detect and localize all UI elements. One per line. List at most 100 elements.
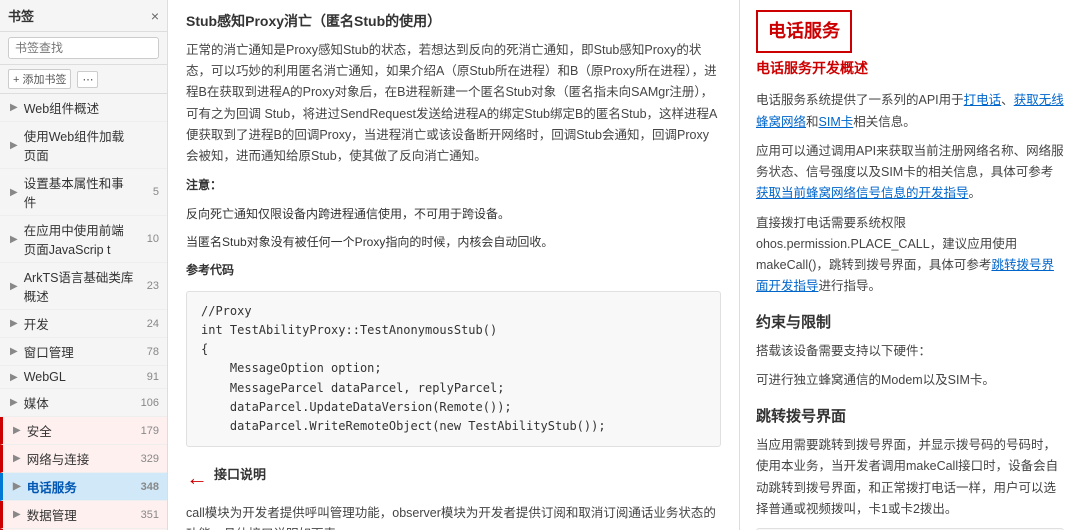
nav-item-left-arkts: ▶ ArkTS语言基础类库概述 [10,267,135,305]
constraint-item: 可进行独立蜂窝通信的Modem以及SIM卡。 [756,370,1064,391]
nav-item-left-window: ▶ 窗口管理 [10,342,74,361]
sidebar-header: 书签 × [0,0,167,32]
right-intro-text3: 直接拨打电话需要系统权限ohos.permission.PLACE_CALL，建… [756,213,1064,298]
constraint-text: 搭载该设备需要支持以下硬件： [756,341,1064,362]
nav-label-network: 网络与连接 [27,449,90,468]
content-left-panel: Stub感知Proxy消亡（匿名Stub的使用） 正常的消亡通知是Proxy感知… [168,0,740,530]
intro-text1: 电话服务系统提供了一系列的API用于 [756,93,964,107]
nav-badge-telecom: 348 [135,481,159,493]
nav-label-in-app-js: 在应用中使用前端页面JavaScrip t [24,220,135,258]
nav-arrow-dev: ▶ [10,318,18,329]
right-main-title: 电话服务 [768,16,840,47]
ref-label: 参考代码 [186,260,721,280]
nav-arrow-data-mgmt: ▶ [13,509,21,520]
intro-text7: 直接拨打电话需要系统权限ohos.permission.PLACE_CALL，建… [756,216,1017,273]
nav-badge-network: 329 [135,453,159,465]
content-right-panel: 电话服务 电话服务开发概述 电话服务系统提供了一系列的API用于打电话、获取无线… [740,0,1080,530]
api-section: ← 接口说明 call模块为开发者提供呼叫管理功能，observer模块为开发者… [186,459,721,530]
nav-badge-basic-events: 5 [135,186,159,198]
sidebar-item-telecom[interactable]: ▶ 电话服务 348 [0,473,167,501]
nav-item-left-basic-events: ▶ 设置基本属性和事件 [10,173,135,211]
nav-badge-media: 106 [135,397,159,409]
nav-item-left-media: ▶ 媒体 [10,393,49,412]
sidebar-item-web-components[interactable]: ▶ Web组件概述 [0,94,167,122]
nav-label-web-load: 使用Web组件加载页面 [24,126,135,164]
sidebar-search-input[interactable] [8,37,159,59]
intro-text4: 相关信息。 [853,115,916,129]
intro-text5: 应用可以通过调用API来获取当前注册网络名称、网络服务状态、信号强度以及SIM卡… [756,144,1064,179]
nav-arrow-web-load: ▶ [10,140,18,151]
intro-text3: 和 [806,115,819,129]
nav-arrow-network: ▶ [13,453,21,464]
nav-label-web-components: Web组件概述 [24,98,99,117]
right-title-box: 电话服务 [756,10,852,53]
intro-text6: 。 [969,186,982,200]
nav-badge-data-mgmt: 351 [135,509,159,521]
sidebar-item-arkts[interactable]: ▶ ArkTS语言基础类库概述 23 [0,263,167,310]
nav-arrow-basic-events: ▶ [10,187,18,198]
nav-arrow-webgl: ▶ [10,372,18,383]
sidebar-item-security[interactable]: ▶ 安全 179 [0,417,167,445]
sidebar-item-webgl[interactable]: ▶ WebGL 91 [0,366,167,389]
intro-link4[interactable]: 获取当前蜂窝网络信号信息的开发指导 [756,186,969,200]
nav-badge-webgl: 91 [135,371,159,383]
main-content: Stub感知Proxy消亡（匿名Stub的使用） 正常的消亡通知是Proxy感知… [168,0,1080,530]
nav-arrow-media: ▶ [10,397,18,408]
sidebar-item-media[interactable]: ▶ 媒体 106 [0,389,167,417]
sidebar-toolbar: + 添加书签 ⋯ [0,65,167,94]
sidebar-item-in-app-js[interactable]: ▶ 在应用中使用前端页面JavaScrip t 10 [0,216,167,263]
constraint-title: 约束与限制 [756,310,1064,336]
nav-arrow-in-app-js: ▶ [10,234,18,245]
jump-text1: 当应用需要跳转到拨号界面，并显示拨号码的号码时，使用本业务，当开发者调用make… [756,435,1064,520]
red-left-arrow-icon: ← [186,459,208,496]
nav-arrow-arkts: ▶ [10,281,18,292]
nav-label-data-mgmt: 数据管理 [27,505,77,524]
note-label-strong: 注意： [186,178,222,192]
nav-item-left-dev: ▶ 开发 [10,314,49,333]
jump-title: 跳转拨号界面 [756,404,1064,430]
nav-item-left-web-components: ▶ Web组件概述 [10,98,99,117]
api-desc: call模块为开发者提供呼叫管理功能，observer模块为开发者提供订阅和取消… [186,503,721,530]
right-intro-text2: 应用可以通过调用API来获取当前注册网络名称、网络服务状态、信号强度以及SIM卡… [756,141,1064,205]
nav-arrow-web-components: ▶ [10,102,18,113]
nav-label-telecom: 电话服务 [27,477,77,496]
sidebar: 书签 × + 添加书签 ⋯ ▶ Web组件概述 ▶ 使用Web组件加载页面 ▶ … [0,0,168,530]
proxy-section-title: Stub感知Proxy消亡（匿名Stub的使用） [186,10,721,34]
nav-label-webgl: WebGL [24,370,66,384]
intro-link3[interactable]: SIM卡 [819,115,854,129]
sidebar-item-web-load[interactable]: ▶ 使用Web组件加载页面 [0,122,167,169]
sidebar-search-area [0,32,167,65]
more-options-button[interactable]: ⋯ [77,71,98,88]
sidebar-item-dev[interactable]: ▶ 开发 24 [0,310,167,338]
sidebar-nav: ▶ Web组件概述 ▶ 使用Web组件加载页面 ▶ 设置基本属性和事件 5 ▶ … [0,94,167,530]
intro-link1[interactable]: 打电话 [964,93,1002,107]
nav-badge-security: 179 [135,425,159,437]
add-bookmark-button[interactable]: + 添加书签 [8,69,71,89]
nav-label-window: 窗口管理 [24,342,74,361]
ref-label-strong: 参考代码 [186,263,234,277]
sidebar-close-button[interactable]: × [151,8,159,24]
sidebar-item-data-mgmt[interactable]: ▶ 数据管理 351 [0,501,167,529]
code-block-proxy: //Proxy int TestAbilityProxy::TestAnonym… [186,291,721,447]
nav-item-left-security: ▶ 安全 [13,421,52,440]
nav-item-left-telecom: ▶ 电话服务 [13,477,77,496]
nav-badge-in-app-js: 10 [135,233,159,245]
nav-item-left-in-app-js: ▶ 在应用中使用前端页面JavaScrip t [10,220,135,258]
nav-item-left-data-mgmt: ▶ 数据管理 [13,505,77,524]
sidebar-title: 书签 [8,6,34,25]
sidebar-item-network[interactable]: ▶ 网络与连接 329 [0,445,167,473]
sidebar-item-window[interactable]: ▶ 窗口管理 78 [0,338,167,366]
sidebar-item-basic-events[interactable]: ▶ 设置基本属性和事件 5 [0,169,167,216]
right-subtitle: 电话服务开发概述 [756,57,1064,81]
note-label: 注意： [186,175,721,195]
intro-text8: 进行指导。 [819,279,882,293]
nav-item-left-webgl: ▶ WebGL [10,370,66,384]
nav-label-basic-events: 设置基本属性和事件 [24,173,135,211]
nav-label-dev: 开发 [24,314,49,333]
note-text1: 反向死亡通知仅限设备内跨进程通信使用，不可用于跨设备。 [186,204,721,224]
nav-label-media: 媒体 [24,393,49,412]
nav-label-security: 安全 [27,421,52,440]
intro-text2: 、 [1001,93,1014,107]
nav-badge-window: 78 [135,346,159,358]
api-label: 接口说明 [214,464,266,486]
